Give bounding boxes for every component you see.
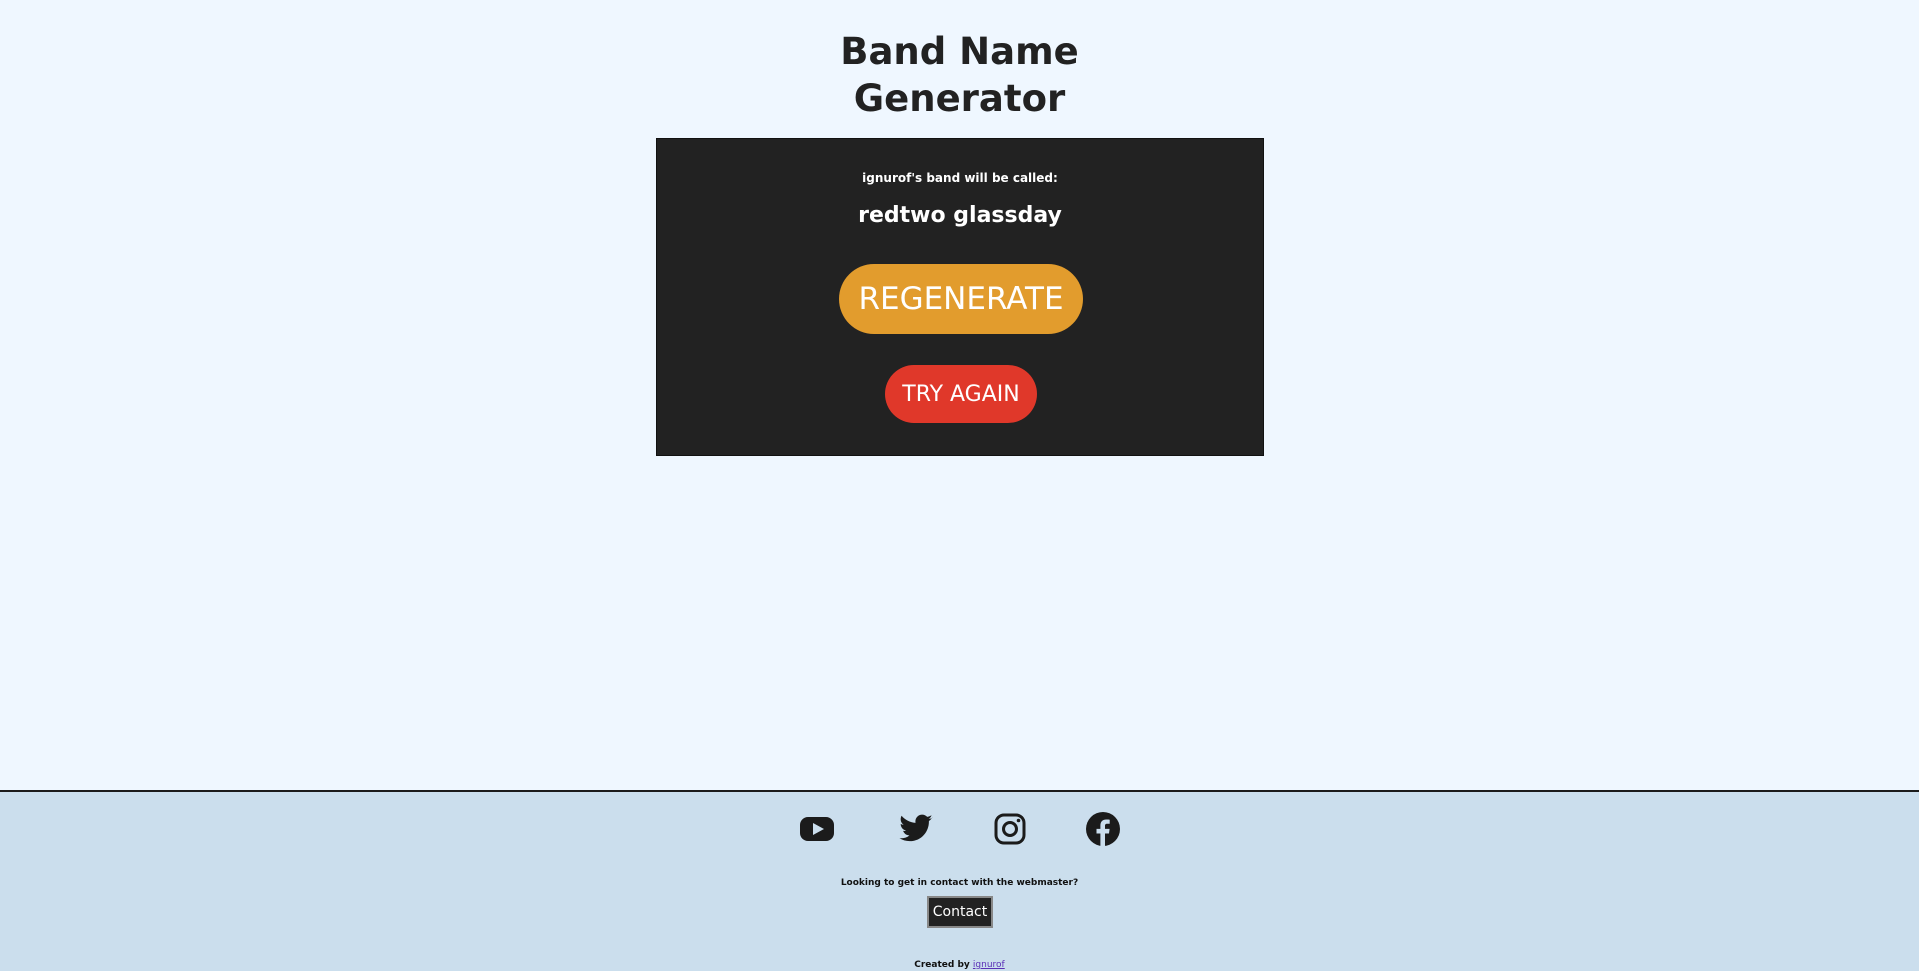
created-by-label: Created by: [914, 960, 970, 970]
page-title-line-2: Generator: [853, 77, 1066, 120]
generator-card: ignurof's band will be called: redtwo gl…: [656, 138, 1264, 456]
youtube-link[interactable]: [799, 811, 835, 847]
created-by: Created by ignurof: [0, 960, 1919, 970]
band-intro-text: ignurof's band will be called:: [862, 171, 1058, 185]
facebook-link[interactable]: [1085, 811, 1121, 847]
instagram-link[interactable]: [992, 811, 1028, 847]
footer: Looking to get in contact with the webma…: [0, 790, 1919, 971]
author-link[interactable]: ignurof: [973, 960, 1005, 970]
page: Band Name Generator ignurof's band will …: [0, 0, 1919, 971]
generated-band-name: redtwo glassday: [858, 203, 1062, 228]
contact-prompt: Looking to get in contact with the webma…: [840, 878, 1079, 888]
contact-button[interactable]: Contact: [927, 896, 993, 928]
twitter-icon: [899, 814, 933, 842]
social-links: [0, 811, 1919, 847]
page-title-line-1: Band Name: [840, 30, 1079, 73]
facebook-icon: [1086, 812, 1120, 846]
instagram-icon: [994, 813, 1026, 845]
page-title: Band Name Generator: [0, 28, 1919, 122]
regenerate-button[interactable]: REGENERATE: [839, 264, 1083, 334]
twitter-link[interactable]: [898, 811, 934, 847]
try-again-button[interactable]: TRY AGAIN: [885, 365, 1037, 423]
youtube-icon: [800, 817, 834, 841]
